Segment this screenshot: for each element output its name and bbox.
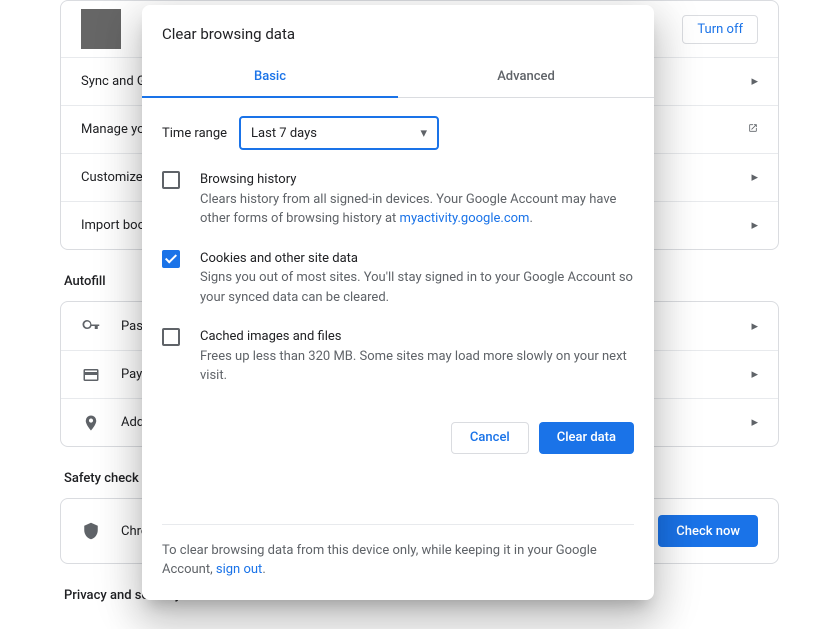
opt-title: Cached images and files xyxy=(200,327,634,347)
time-range-value: Last 7 days xyxy=(251,126,317,141)
myactivity-link[interactable]: myactivity.google.com xyxy=(400,211,530,226)
check-now-button[interactable]: Check now xyxy=(658,515,758,547)
key-icon xyxy=(81,316,101,336)
tab-basic[interactable]: Basic xyxy=(142,57,398,98)
time-range-select[interactable]: Last 7 days ▾ xyxy=(239,116,439,150)
chevron-right-icon: ▸ xyxy=(751,218,758,233)
cache-checkbox[interactable] xyxy=(162,328,180,346)
tab-advanced[interactable]: Advanced xyxy=(398,57,654,97)
opt-title: Browsing history xyxy=(200,170,634,190)
chevron-down-icon: ▾ xyxy=(421,126,428,141)
chevron-right-icon: ▸ xyxy=(751,415,758,430)
time-range-label: Time range xyxy=(162,126,227,141)
opt-desc: Clears history from all signed-in device… xyxy=(200,190,634,229)
external-link-icon xyxy=(748,122,758,137)
turn-off-button[interactable]: Turn off xyxy=(682,15,758,44)
chevron-right-icon: ▸ xyxy=(751,170,758,185)
dialog-tabs: Basic Advanced xyxy=(142,57,654,98)
dialog-footer: To clear browsing data from this device … xyxy=(162,524,634,600)
clear-browsing-data-dialog: Clear browsing data Basic Advanced Time … xyxy=(142,5,654,600)
shield-icon xyxy=(81,521,101,541)
clear-data-button[interactable]: Clear data xyxy=(539,422,634,454)
avatar xyxy=(81,9,121,49)
sign-out-link[interactable]: sign out xyxy=(216,562,262,577)
browsing-history-checkbox[interactable] xyxy=(162,171,180,189)
location-icon xyxy=(81,413,101,433)
chevron-right-icon: ▸ xyxy=(751,74,758,89)
chevron-right-icon: ▸ xyxy=(751,367,758,382)
cookies-checkbox[interactable] xyxy=(162,250,180,268)
cancel-button[interactable]: Cancel xyxy=(451,422,529,454)
opt-desc: Signs you out of most sites. You'll stay… xyxy=(200,268,634,307)
chevron-right-icon: ▸ xyxy=(751,319,758,334)
opt-title: Cookies and other site data xyxy=(200,249,634,269)
card-icon xyxy=(81,365,101,385)
dialog-title: Clear browsing data xyxy=(142,5,654,57)
opt-desc: Frees up less than 320 MB. Some sites ma… xyxy=(200,347,634,386)
